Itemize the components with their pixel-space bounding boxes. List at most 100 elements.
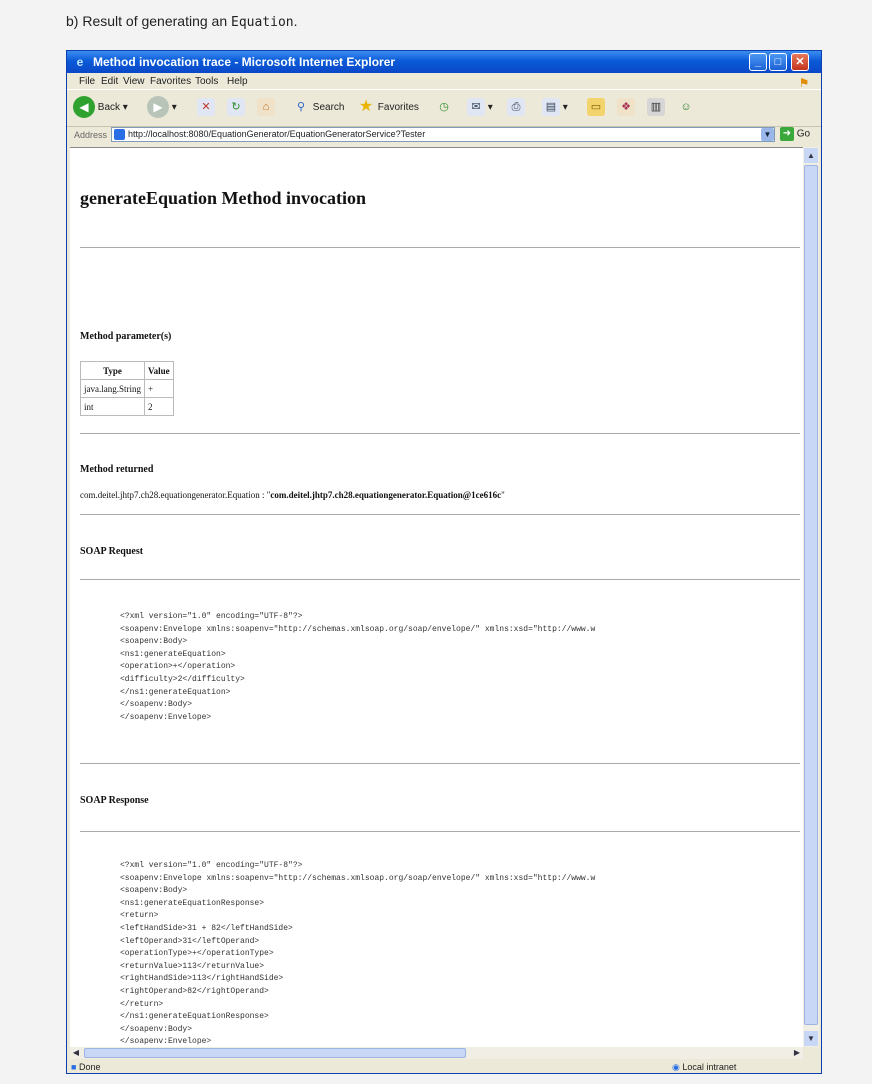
mail-icon: ✉	[467, 98, 485, 117]
params-table: Type Value java.lang.String + int 2	[80, 361, 174, 416]
table-row: java.lang.String +	[80, 379, 174, 398]
soap-request-heading: SOAP Request	[80, 546, 144, 557]
menu-file[interactable]: File	[79, 76, 95, 87]
stop-button[interactable]: ✕	[197, 96, 215, 120]
research-icon: ❖	[617, 98, 635, 117]
caption-code: Equation	[231, 15, 294, 30]
table-header: Type	[80, 361, 145, 380]
address-input[interactable]: http://localhost:8080/EquationGenerator/…	[111, 127, 775, 142]
scroll-thumb[interactable]	[804, 165, 818, 1025]
messenger-icon: ☺	[680, 101, 692, 114]
menu-edit[interactable]: Edit	[101, 76, 118, 87]
go-button[interactable]: ➜ Go	[780, 127, 810, 141]
status-bar: ■ Done ◉ Local intranet	[67, 1059, 821, 1074]
table-row: int 2	[80, 397, 174, 416]
search-button[interactable]: ⚲ Search	[292, 96, 345, 120]
status-zone: ◉ Local intranet	[672, 1062, 736, 1073]
search-label: Search	[312, 102, 345, 113]
messenger-button[interactable]: ☺	[677, 96, 695, 120]
menu-favorites[interactable]: Favorites	[150, 76, 191, 87]
returned-type: com.deitel.jhtp7.ch28.equationgenerator.…	[80, 490, 271, 500]
caption-suffix: .	[293, 13, 298, 29]
back-label: Back	[97, 102, 121, 113]
returned-value: com.deitel.jhtp7.ch28.equationgenerator.…	[270, 490, 502, 500]
menu-tools[interactable]: Tools	[195, 76, 218, 87]
book-icon: ▥	[647, 98, 665, 117]
address-url: http://localhost:8080/EquationGenerator/…	[128, 129, 426, 139]
divider	[80, 831, 800, 832]
horizontal-scrollbar[interactable]: ◀ ▶	[70, 1047, 803, 1059]
history-button[interactable]: ◷	[435, 96, 453, 120]
forward-arrow-icon: ▶	[147, 96, 169, 119]
page-viewport[interactable]: generateEquation Method invocation Metho…	[70, 147, 803, 1048]
home-button[interactable]: ⌂	[257, 96, 275, 120]
table-cell: int	[80, 397, 145, 416]
address-dropdown-icon[interactable]: ▼	[761, 128, 774, 141]
vertical-scrollbar[interactable]: ▲ ▼	[803, 147, 819, 1047]
browser-window: e Method invocation trace - Microsoft In…	[66, 50, 822, 1074]
windows-logo-icon: ⚑	[798, 76, 810, 90]
divider	[80, 579, 800, 580]
folder-icon: ▭	[587, 98, 605, 117]
go-arrow-icon: ➜	[780, 127, 794, 141]
back-button[interactable]: ◀ Back ▾	[73, 96, 128, 120]
returned-heading: Method returned	[80, 464, 154, 475]
go-label: Go	[796, 128, 811, 140]
print-button[interactable]: ⎙	[507, 96, 525, 120]
address-bar: Address http://localhost:8080/EquationGe…	[67, 125, 821, 145]
page-title: generateEquation Method invocation	[80, 188, 366, 208]
returned-quote: "	[501, 490, 505, 500]
refresh-icon: ↻	[227, 98, 245, 117]
intranet-icon: ◉	[672, 1062, 680, 1072]
divider	[80, 247, 800, 248]
params-heading: Method parameter(s)	[80, 331, 172, 342]
title-bar[interactable]: e Method invocation trace - Microsoft In…	[67, 51, 821, 73]
favorites-button[interactable]: ★ Favorites	[357, 96, 419, 120]
stop-icon: ✕	[197, 98, 215, 117]
folder-button[interactable]: ▭	[587, 96, 605, 120]
star-icon: ★	[358, 98, 374, 116]
divider	[80, 433, 800, 434]
returned-value-line: com.deitel.jhtp7.ch28.equationgenerator.…	[80, 490, 505, 500]
divider	[80, 514, 800, 515]
scroll-up-icon[interactable]: ▲	[804, 148, 818, 163]
history-icon: ◷	[439, 101, 449, 114]
minimize-button[interactable]: _	[749, 53, 767, 71]
divider	[80, 763, 800, 764]
table-header-row: Type Value	[80, 361, 174, 380]
print-icon: ⎙	[507, 98, 525, 117]
table-cell: +	[144, 379, 174, 398]
window-title: Method invocation trace - Microsoft Inte…	[93, 55, 396, 69]
figure-caption: b) Result of generating an Equation.	[66, 13, 298, 30]
search-icon: ⚲	[296, 101, 306, 114]
refresh-button[interactable]: ↻	[227, 96, 245, 120]
edit-icon: ▤	[542, 98, 560, 117]
table-cell: java.lang.String	[80, 379, 145, 398]
table-header: Value	[144, 361, 174, 380]
scroll-left-icon[interactable]: ◀	[70, 1047, 82, 1059]
ie-icon: e	[76, 55, 84, 69]
mail-button[interactable]: ✉ ▾	[467, 96, 493, 120]
toolbar: ◀ Back ▾ ▶ ▾ ✕ ↻ ⌂ ⚲ Search ★ Favorites …	[67, 89, 821, 127]
favorites-label: Favorites	[377, 102, 419, 113]
maximize-button[interactable]: □	[769, 53, 787, 71]
scroll-right-icon[interactable]: ▶	[791, 1047, 803, 1059]
forward-button[interactable]: ▶ ▾	[147, 96, 177, 120]
book-button[interactable]: ▥	[647, 96, 665, 120]
caption-text: b) Result of generating an	[66, 13, 231, 29]
soap-response-xml: <?xml version="1.0" encoding="UTF-8"?> <…	[120, 861, 596, 1047]
back-arrow-icon: ◀	[73, 96, 95, 119]
menu-help[interactable]: Help	[227, 76, 248, 87]
research-button[interactable]: ❖	[617, 96, 635, 120]
home-icon: ⌂	[257, 98, 275, 117]
edit-button[interactable]: ▤ ▾	[542, 96, 568, 120]
close-button[interactable]: ✕	[791, 53, 809, 71]
scroll-thumb-horizontal[interactable]	[84, 1048, 466, 1058]
soap-request-xml: <?xml version="1.0" encoding="UTF-8"?> <…	[120, 612, 596, 722]
soap-response-heading: SOAP Response	[80, 795, 149, 806]
page-icon	[114, 129, 125, 140]
menu-view[interactable]: View	[123, 76, 145, 87]
scroll-down-icon[interactable]: ▼	[804, 1031, 818, 1046]
menu-bar: File Edit View Favorites Tools Help ⚑	[67, 73, 821, 90]
address-label: Address	[74, 130, 108, 140]
